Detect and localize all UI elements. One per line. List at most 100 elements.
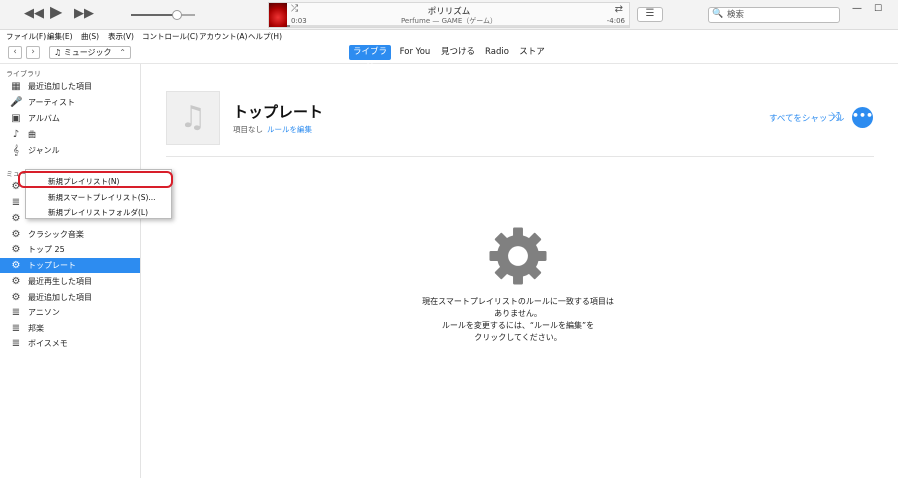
sidebar-item-artists[interactable]: 🎤 アーティスト xyxy=(0,95,140,110)
sidebar: ライブラリ ▦ 最近追加した項目 🎤 アーティスト ▣ アルバム ♪ 曲 𝄞 ジ… xyxy=(0,64,141,478)
shuffle-icon[interactable]: ⤮ xyxy=(831,110,840,124)
minimize-icon[interactable]: — xyxy=(852,3,862,14)
now-playing-display: ⤮ 0:03 ポリリズム Perfume — GAME（ゲーム） ⇄ -4:06 xyxy=(268,2,630,28)
menu-file[interactable]: ファイル(F) xyxy=(6,31,46,42)
sidebar-item-genres[interactable]: 𝄞 ジャンル xyxy=(0,143,140,158)
navigation-row: ‹ › ♫ ミュージック ⌃ ライブラリ For You 見つける Radio … xyxy=(0,42,898,72)
player-bar: ◀◀ ▶ ▶▶ ⤮ 0:03 ポリリズム Perfume — GAME（ゲーム）… xyxy=(0,0,898,30)
playlist-icon: ≣ xyxy=(11,307,21,318)
sidebar-item-label: アーティスト xyxy=(28,98,76,107)
volume-slider[interactable] xyxy=(131,10,195,20)
remaining-time: -4:06 xyxy=(606,17,625,25)
sidebar-item-label: 最近再生した項目 xyxy=(28,277,92,286)
sidebar-item-albums[interactable]: ▣ アルバム xyxy=(0,111,140,126)
sidebar-item-recently-played[interactable]: ⚙ 最近再生した項目 xyxy=(0,274,140,289)
menu-bar: ファイル(F) 編集(E) 曲(S) 表示(V) コントロール(C) アカウント… xyxy=(0,30,898,42)
library-header: ライブラリ xyxy=(6,70,41,78)
music-note-icon: ♫ xyxy=(54,48,62,57)
genre-icon: 𝄞 xyxy=(13,145,19,156)
sidebar-item-songs[interactable]: ♪ 曲 xyxy=(0,127,140,142)
playlist-icon: ≣ xyxy=(11,338,21,349)
sidebar-item-top-25[interactable]: ⚙ トップ 25 xyxy=(0,242,140,257)
item-count: 項目なし xyxy=(233,125,263,134)
media-kind-select[interactable]: ♫ ミュージック ⌃ xyxy=(49,46,131,59)
tab-store[interactable]: ストア xyxy=(518,45,546,60)
gear-icon: ⚙ xyxy=(11,276,21,287)
playlist-icon: ≣ xyxy=(11,323,21,334)
sidebar-item-label: ジャンル xyxy=(28,146,60,155)
sidebar-item-label: 最近追加した項目 xyxy=(28,82,92,91)
play-icon[interactable]: ▶ xyxy=(50,4,62,20)
sidebar-item-j-pop[interactable]: ≣ 邦楽 xyxy=(0,321,140,336)
menu-item-new-smart-playlist[interactable]: 新規スマートプレイリスト(S)... xyxy=(48,192,156,203)
maximize-icon[interactable]: ☐ xyxy=(874,4,882,14)
smart-playlist-gear-icon xyxy=(489,227,547,285)
sidebar-item-anison[interactable]: ≣ アニソン xyxy=(0,305,140,320)
sidebar-item-label: トップ 25 xyxy=(28,245,65,254)
track-progress-bar[interactable] xyxy=(287,25,629,27)
playlist-artwork: ♫ xyxy=(166,91,220,145)
sidebar-item-label: トップレート xyxy=(28,261,76,270)
edit-rules-link[interactable]: ルールを編集 xyxy=(267,124,312,135)
menu-song[interactable]: 曲(S) xyxy=(81,31,99,42)
tab-for-you[interactable]: For You xyxy=(395,45,435,60)
tab-library[interactable]: ライブラリ xyxy=(349,45,391,72)
empty-message-line-2: ありません。 xyxy=(494,309,542,318)
sidebar-item-label: 邦楽 xyxy=(28,324,44,333)
menu-view[interactable]: 表示(V) xyxy=(108,31,134,42)
search-box[interactable]: 🔍 xyxy=(708,7,840,23)
track-progress-fill xyxy=(287,25,291,27)
chevron-left-icon: ‹ xyxy=(13,47,17,57)
gear-icon: ⚙ xyxy=(11,229,21,240)
menu-controls[interactable]: コントロール(C) xyxy=(142,31,198,42)
repeat-icon[interactable]: ⇄ xyxy=(615,4,623,15)
sidebar-item-label: クラシック音楽 xyxy=(28,230,84,239)
tab-browse[interactable]: 見つける xyxy=(440,45,476,60)
sidebar-item-label: アニソン xyxy=(28,308,60,317)
media-kind-label: ミュージック xyxy=(63,48,112,57)
divider xyxy=(166,156,874,157)
sidebar-item-label: アルバム xyxy=(28,114,60,123)
empty-message-line-3: ルールを変更するには、“ルールを編集”を xyxy=(441,321,595,330)
gear-icon: ⚙ xyxy=(11,213,21,224)
album-icon: ▣ xyxy=(11,113,21,124)
sidebar-item-recently-added[interactable]: ▦ 最近追加した項目 xyxy=(0,79,140,94)
playlist-icon: ≣ xyxy=(11,197,21,208)
page-title: トップレート xyxy=(233,103,324,121)
list-icon: ☰ xyxy=(645,8,655,19)
menu-edit[interactable]: 編集(E) xyxy=(47,31,73,42)
empty-message-line-4: クリックしてください。 xyxy=(474,333,562,342)
sidebar-item-label: 最近追加した項目 xyxy=(28,293,92,302)
back-button[interactable]: ‹ xyxy=(8,46,22,59)
chevron-updown-icon: ⌃ xyxy=(119,48,126,57)
menu-help[interactable]: ヘルプ(H) xyxy=(248,31,282,42)
chevron-right-icon: › xyxy=(31,47,35,57)
sidebar-item-recently-added-playlist[interactable]: ⚙ 最近追加した項目 xyxy=(0,290,140,305)
volume-knob[interactable] xyxy=(172,10,183,20)
sidebar-item-top-rated[interactable]: ⚙ トップレート xyxy=(0,258,140,273)
empty-message-line-1: 現在スマートプレイリストのルールに一致する項目は xyxy=(422,297,614,306)
menu-account[interactable]: アカウント(A) xyxy=(199,31,247,42)
forward-button[interactable]: › xyxy=(26,46,40,59)
search-icon: 🔍 xyxy=(712,9,724,19)
calendar-grid-icon: ▦ xyxy=(11,81,21,92)
sidebar-item-label: ボイスメモ xyxy=(28,339,68,348)
menu-item-new-playlist-folder[interactable]: 新規プレイリストフォルダ(L) xyxy=(48,207,148,218)
sidebar-item-voice-memos[interactable]: ≣ ボイスメモ xyxy=(0,336,140,351)
search-input[interactable] xyxy=(727,9,837,21)
tab-radio[interactable]: Radio xyxy=(482,45,512,60)
sidebar-item-label: 曲 xyxy=(28,130,36,139)
gear-icon: ⚙ xyxy=(11,292,21,303)
gear-icon: ⚙ xyxy=(11,244,21,255)
sidebar-item-classical[interactable]: ⚙ クラシック音楽 xyxy=(0,227,140,242)
music-note-icon: ♫ xyxy=(179,100,207,135)
gear-icon: ⚙ xyxy=(11,260,21,271)
up-next-button[interactable]: ☰ xyxy=(637,7,663,22)
microphone-icon: 🎤 xyxy=(10,97,23,108)
highlight-ring xyxy=(18,171,173,188)
rewind-icon[interactable]: ◀◀ xyxy=(24,7,44,21)
fast-forward-icon[interactable]: ▶▶ xyxy=(74,7,94,21)
volume-fill xyxy=(131,14,178,16)
music-note-icon: ♪ xyxy=(12,129,20,140)
more-button[interactable]: ••• xyxy=(852,107,873,128)
